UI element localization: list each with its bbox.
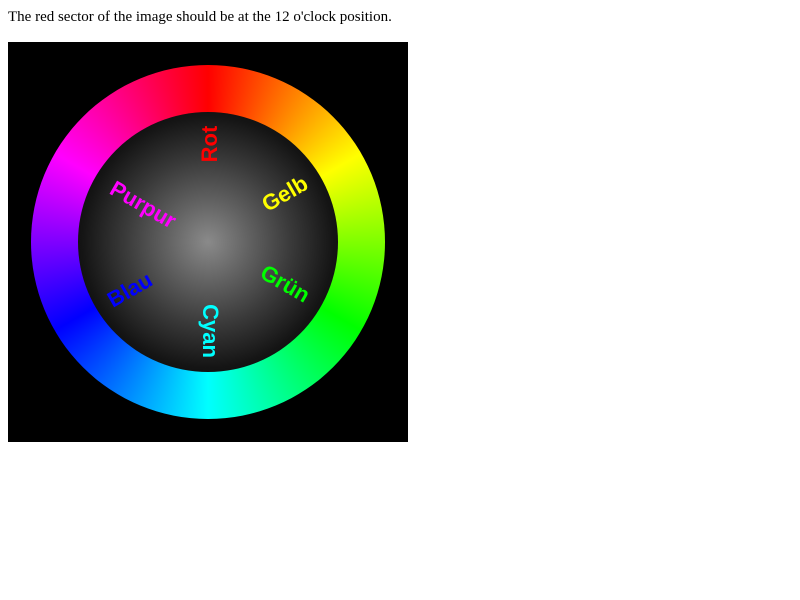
color-wheel-image: Rot Gelb Grün Cyan Blau Purpur	[8, 42, 408, 442]
label-rot: Rot	[197, 125, 222, 163]
color-wheel: Rot Gelb Grün Cyan Blau Purpur	[8, 42, 408, 442]
instruction-text: The red sector of the image should be at…	[8, 9, 392, 25]
label-cyan: Cyan	[198, 304, 223, 358]
